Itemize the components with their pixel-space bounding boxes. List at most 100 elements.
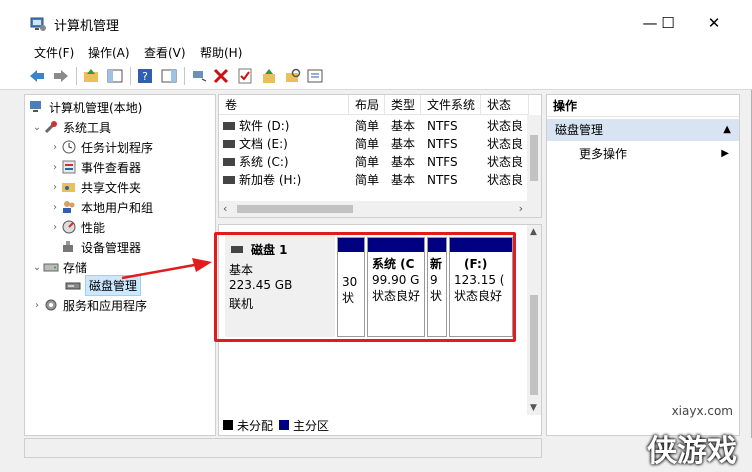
delete-icon[interactable] (212, 67, 230, 85)
volume-status: 状态良 (487, 137, 524, 151)
properties-view-icon[interactable] (160, 67, 178, 85)
computer-management-icon (30, 17, 46, 31)
tree-item-shared-folders[interactable]: › 共享文件夹 (49, 177, 141, 197)
tree-item-system-tools[interactable]: ⌄ 系统工具 (31, 117, 111, 137)
watermark-site: xiayx.com (671, 404, 733, 418)
collapse-up-icon[interactable]: ▲ (723, 119, 731, 141)
toolbar-separator (76, 67, 77, 85)
window-title: 计算机管理 (54, 19, 120, 34)
title-bar: 计算机管理 — ☐ ✕ (0, 0, 752, 42)
close-button[interactable]: ✕ (696, 10, 732, 36)
volume-list: 卷 布局 类型 文件系统 状态 软件 (D:) 简单 基本 NTFS 状态良 文… (218, 94, 542, 218)
primary-swatch (279, 420, 290, 430)
tree-item-task-scheduler[interactable]: › 任务计划程序 (49, 137, 153, 157)
column-header-layout[interactable]: 布局 (349, 95, 385, 115)
chevron-right-icon[interactable]: › (49, 142, 61, 153)
scroll-left-icon[interactable]: ‹ (223, 202, 227, 215)
details-icon[interactable] (306, 67, 324, 85)
tree-item-event-viewer[interactable]: › 事件查看器 (49, 157, 141, 177)
horizontal-scrollbar[interactable]: ‹ › (219, 201, 541, 217)
event-log-icon (61, 159, 77, 175)
menu-file[interactable]: 文件(F) (34, 44, 74, 61)
volume-type: 基本 (391, 173, 416, 187)
search-folder-icon[interactable] (284, 67, 302, 85)
column-header-volume[interactable]: 卷 (219, 95, 349, 115)
actions-pane: 操作 磁盘管理 ▲ 更多操作 ▶ (546, 94, 740, 436)
checklist-icon[interactable] (236, 67, 254, 85)
drive-icon (223, 140, 235, 148)
up-folder-icon[interactable] (82, 67, 100, 85)
tree-label-shared-folders: 共享文件夹 (81, 180, 142, 195)
back-arrow-icon[interactable] (28, 67, 46, 85)
volume-name: 新加卷 (H:) (239, 173, 302, 187)
column-header-status[interactable]: 状态 (481, 95, 529, 115)
volume-layout: 简单 (355, 137, 380, 151)
column-header-type[interactable]: 类型 (385, 95, 421, 115)
svg-text:?: ? (142, 70, 148, 83)
column-header-filesystem[interactable]: 文件系统 (421, 95, 481, 115)
volume-filesystem: NTFS (427, 137, 458, 151)
tree-item-performance[interactable]: › 性能 (49, 217, 105, 237)
drive-icon (223, 158, 235, 166)
volume-layout: 简单 (355, 155, 380, 169)
forward-arrow-icon[interactable] (52, 67, 70, 85)
volume-type: 基本 (391, 137, 416, 151)
status-bar-panel (24, 438, 542, 458)
vertical-scrollbar[interactable]: ▲ ▼ (527, 225, 541, 415)
tools-icon (43, 119, 59, 135)
tree-item-services[interactable]: › 服务和应用程序 (31, 295, 147, 315)
chevron-right-icon[interactable]: › (49, 162, 61, 173)
chevron-right-icon: ▶ (721, 148, 729, 159)
chevron-right-icon[interactable]: › (49, 222, 61, 233)
menu-view[interactable]: 查看(V) (144, 44, 186, 61)
chevron-down-icon[interactable]: ⌄ (31, 262, 43, 273)
computer-icon (29, 99, 45, 115)
chevron-right-icon[interactable]: › (31, 300, 43, 311)
show-hide-tree-icon[interactable] (106, 67, 124, 85)
tree-label-task-scheduler: 任务计划程序 (81, 140, 154, 155)
clock-icon (61, 139, 77, 155)
tree-item-device-manager[interactable]: 设备管理器 (61, 237, 141, 257)
scroll-thumb[interactable] (237, 205, 353, 213)
maximize-button[interactable]: ☐ (650, 10, 686, 36)
scroll-thumb[interactable] (530, 295, 538, 395)
chevron-right-icon[interactable]: › (49, 182, 61, 193)
disk-management-icon (65, 277, 81, 293)
scroll-right-icon[interactable]: › (519, 202, 523, 215)
volume-status: 状态良 (487, 155, 524, 169)
unallocated-swatch (223, 420, 233, 430)
scroll-up-icon[interactable]: ▲ (530, 227, 537, 237)
partition-legend: 未分配 主分区 (223, 417, 329, 433)
menu-action[interactable]: 操作(A) (88, 44, 130, 61)
tree-item-local-users[interactable]: › 本地用户和组 (49, 197, 153, 217)
volume-name: 软件 (D:) (239, 119, 290, 133)
scroll-down-icon[interactable]: ▼ (530, 403, 537, 413)
drive-icon (223, 122, 235, 130)
legend-primary: 主分区 (293, 418, 330, 433)
volume-layout: 简单 (355, 173, 380, 187)
drive-icon (223, 176, 235, 184)
volume-filesystem: NTFS (427, 119, 458, 133)
menu-help[interactable]: 帮助(H) (200, 44, 242, 61)
actions-section-label: 磁盘管理 (555, 123, 604, 137)
import-icon[interactable] (260, 67, 278, 85)
volume-name: 系统 (C:) (239, 155, 289, 169)
device-manager-icon (61, 239, 77, 255)
tree-label-local-users: 本地用户和组 (81, 200, 154, 215)
tree-item-root[interactable]: 计算机管理(本地) (29, 97, 142, 117)
chevron-down-icon[interactable]: ⌄ (31, 122, 43, 133)
help-icon[interactable]: ? (136, 67, 154, 85)
users-icon (61, 199, 77, 215)
toolbar-separator (130, 67, 131, 85)
connect-icon[interactable] (190, 67, 208, 85)
tree-item-storage[interactable]: ⌄ 存储 (31, 257, 87, 277)
legend-unallocated: 未分配 (237, 418, 274, 433)
computer-management-window: 计算机管理 — ☐ ✕ 文件(F) 操作(A) 查看(V) 帮助(H) ? 计算… (0, 0, 752, 472)
actions-section-disk-management[interactable]: 磁盘管理 ▲ (547, 119, 739, 141)
chevron-right-icon[interactable]: › (49, 202, 61, 213)
volume-status: 状态良 (487, 119, 524, 133)
vertical-scrollbar[interactable] (527, 115, 541, 203)
more-actions-item[interactable]: 更多操作 ▶ (547, 143, 739, 165)
tree-label-services: 服务和应用程序 (63, 298, 148, 313)
red-arrow-icon (121, 258, 212, 280)
